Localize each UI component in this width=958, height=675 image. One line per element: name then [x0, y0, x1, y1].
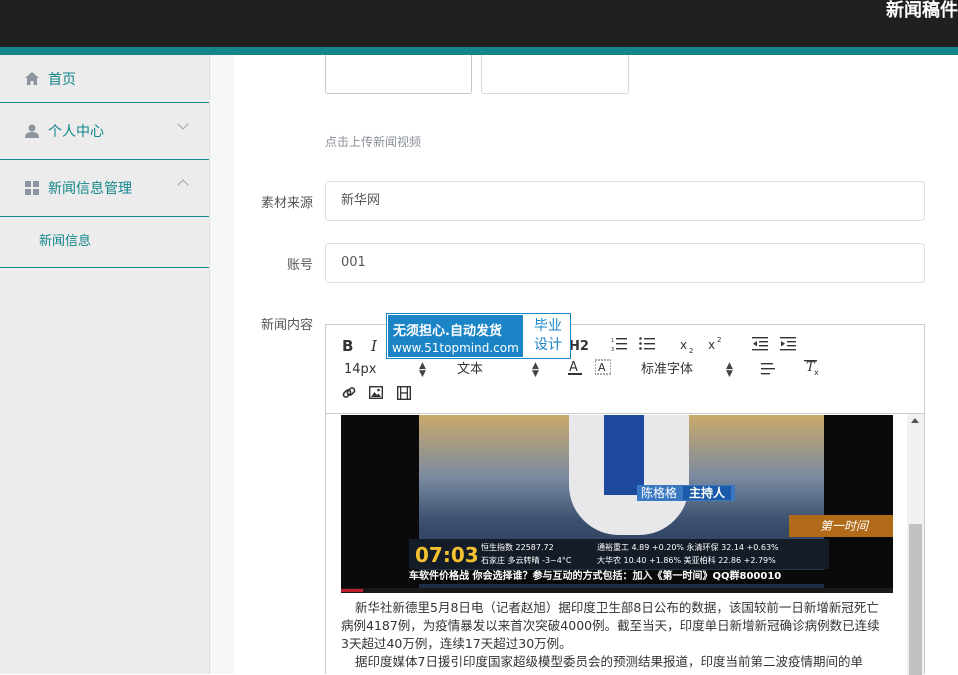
top-bar: 新闻稿件: [0, 0, 958, 47]
sidebar-item-label: 新闻信息管理: [48, 181, 132, 197]
video-upload-box[interactable]: [481, 55, 629, 94]
ad-slogan: 无须担心.自动发货: [393, 324, 502, 339]
svg-text:3: 3: [611, 347, 614, 352]
grid-icon: [24, 181, 39, 196]
subscript-icon: x2: [680, 338, 693, 355]
font-color-icon: A: [568, 360, 582, 375]
bullet-list-button[interactable]: [639, 336, 655, 357]
sidebar-subitem-news-info[interactable]: 新闻信息: [0, 228, 209, 268]
source-label: 素材来源: [260, 196, 313, 211]
svg-text:A: A: [598, 361, 606, 374]
svg-text:2: 2: [689, 347, 693, 354]
ticker-index: 恒生指数 22587.72: [481, 543, 554, 552]
background-color-button[interactable]: A: [594, 359, 612, 381]
ad-badge-line1: 毕业: [534, 318, 562, 334]
anchor-role: 主持人: [683, 486, 732, 500]
video-icon: [396, 385, 412, 401]
upload-video-hint[interactable]: 点击上传新闻视频: [325, 133, 421, 150]
bold-button[interactable]: B: [342, 337, 353, 355]
chevron-up-icon: [177, 179, 189, 191]
clear-format-icon: Tx: [804, 360, 819, 377]
indent-button[interactable]: [780, 337, 796, 356]
font-size-select[interactable]: 14px: [344, 361, 377, 379]
article-paragraph: 新华社新德里5月8日电（记者赵旭）据印度卫生部8日公布的数据，该国较前一日新增新…: [341, 600, 880, 651]
sidebar-item-label: 首页: [48, 71, 76, 88]
select-arrows-icon: ▲ ▼: [532, 361, 539, 379]
clear-format-button[interactable]: Tx: [804, 359, 820, 381]
svg-text:A: A: [569, 360, 578, 375]
sidebar-item-home[interactable]: 首页: [0, 55, 209, 103]
select-arrows-icon: ▲ ▼: [419, 361, 426, 379]
rich-text-editor[interactable]: B I H2 13 x2 x2 14px ▲▼ 文本 ▲▼ A A 标准字体: [325, 324, 925, 675]
app-title: 新闻稿件: [886, 0, 958, 21]
sidebar: 首页 个人中心 新闻信息管理 新闻信息: [0, 55, 210, 674]
indent-icon: [780, 337, 796, 351]
heading-button[interactable]: H2: [569, 338, 589, 356]
show-logo: 第一时间: [789, 515, 893, 537]
outdent-button[interactable]: [752, 337, 768, 356]
link-button[interactable]: [342, 386, 356, 405]
anchor-name: 陈格格: [641, 486, 678, 500]
news-crawl: 车软件价格战 你会选择谁？参与互动的方式包括：加入《第一时间》QQ群800010: [409, 570, 829, 584]
sidebar-subitem-label: 新闻信息: [39, 234, 92, 249]
editor-scrollbar[interactable]: [907, 414, 924, 675]
source-input[interactable]: 新华网: [325, 181, 925, 221]
background-color-icon: A: [594, 359, 612, 375]
italic-button[interactable]: I: [371, 337, 377, 355]
watermark-ad-banner: 无须担心.自动发货 www.51topmind.com 毕业 设计: [386, 313, 571, 359]
block-type-select[interactable]: 文本: [457, 361, 483, 379]
ad-url: www.51topmind.com: [392, 341, 519, 355]
svg-text:2: 2: [717, 336, 721, 344]
embedded-news-video[interactable]: 陈格格 主持人 第一时间 07:03 恒生指数 22587.72 石家庄 多云转晴…: [341, 415, 893, 593]
anchor-name-tag: 陈格格 主持人: [637, 485, 736, 501]
content-label: 新闻内容: [260, 318, 313, 333]
ad-badge: 毕业 设计: [528, 317, 568, 355]
top-bar-accent: [0, 47, 958, 55]
image-button[interactable]: [368, 385, 384, 404]
sidebar-item-label: 个人中心: [48, 124, 104, 140]
scroll-thumb[interactable]: [909, 524, 922, 675]
ticker-weather: 石家庄 多云转晴 -3~4°C: [481, 556, 572, 565]
chevron-down-icon: [177, 118, 189, 130]
video-progress-fill: [341, 589, 364, 592]
account-input[interactable]: 001: [325, 243, 925, 283]
svg-text:x: x: [708, 338, 715, 351]
ticker-stocks-1: 通裕重工 4.89 +0.20% 永清环保 32.14 +0.63%: [597, 543, 779, 552]
image-icon: [368, 385, 384, 400]
ad-badge-line2: 设计: [534, 337, 562, 353]
image-upload-box[interactable]: [325, 55, 472, 94]
font-family-select[interactable]: 标准字体: [641, 361, 693, 379]
sidebar-item-profile[interactable]: 个人中心: [0, 103, 209, 160]
select-arrows-icon: ▲ ▼: [726, 361, 733, 379]
anchor-shirt: [604, 415, 644, 495]
stock-ticker: 07:03 恒生指数 22587.72 石家庄 多云转晴 -3~4°C 通裕重工…: [409, 539, 829, 569]
outdent-icon: [752, 337, 768, 351]
video-progress-bar[interactable]: [341, 588, 893, 593]
bullet-list-icon: [639, 337, 655, 350]
account-label: 账号: [286, 258, 313, 273]
svg-text:1: 1: [611, 338, 614, 344]
align-left-icon: [761, 363, 775, 375]
home-icon: [24, 71, 39, 86]
video-button[interactable]: [396, 385, 412, 405]
svg-text:x: x: [680, 338, 687, 352]
ordered-list-button[interactable]: 13: [611, 336, 627, 357]
editor-content[interactable]: 陈格格 主持人 第一时间 07:03 恒生指数 22587.72 石家庄 多云转晴…: [326, 414, 924, 675]
svg-text:x: x: [814, 368, 819, 376]
sidebar-item-news-management[interactable]: 新闻信息管理: [0, 160, 209, 217]
scroll-up-arrow-icon[interactable]: [911, 418, 919, 423]
ticker-clock: 07:03: [415, 543, 479, 567]
link-icon: [342, 387, 356, 398]
superscript-icon: x2: [708, 336, 721, 352]
font-color-button[interactable]: A: [568, 359, 582, 381]
ordered-list-icon: 13: [611, 338, 627, 353]
user-icon: [24, 124, 39, 139]
ad-text-block: 无须担心.自动发货 www.51topmind.com: [388, 315, 523, 357]
ticker-stocks-2: 大华农 10.40 +1.86% 美亚柏科 22.86 +2.79%: [597, 556, 776, 565]
align-button[interactable]: [761, 362, 775, 380]
superscript-button[interactable]: x2: [708, 335, 724, 356]
content-gutter: [210, 55, 234, 674]
article-paragraph: 据印度媒体7日援引印度国家超级模型委员会的预测结果报道，印度当前第二波疫情期间的…: [355, 654, 863, 669]
subscript-button[interactable]: x2: [680, 338, 696, 359]
